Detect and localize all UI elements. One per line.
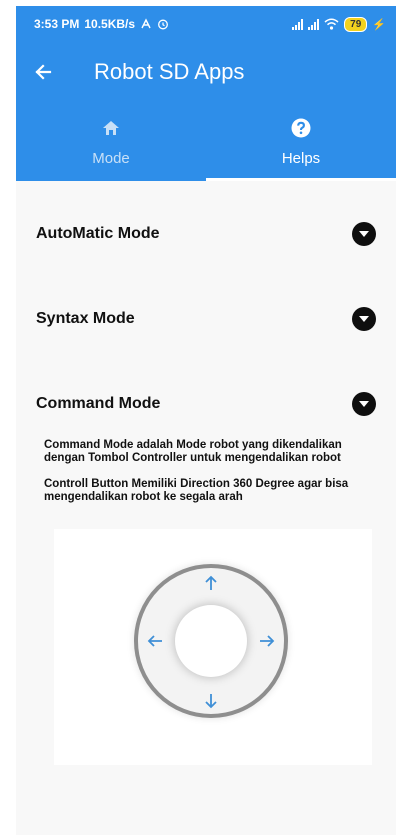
- panel-title: AutoMatic Mode: [36, 225, 160, 242]
- app-bar: 3:53 PM 10.5KB/s 79 ⚡ Robot SD Apps Mode…: [16, 6, 396, 181]
- help-content: AutoMatic Mode Syntax Mode Command Mode …: [16, 181, 396, 835]
- panel-title: Command Mode: [36, 395, 161, 412]
- joystick-outer-ring: [134, 564, 288, 718]
- arrow-down-icon: [202, 692, 220, 710]
- title-bar: Robot SD Apps: [16, 50, 396, 94]
- usb-debug-icon: [141, 18, 151, 29]
- signal-icon: [292, 18, 304, 30]
- tab-mode[interactable]: Mode: [16, 110, 206, 181]
- status-time: 3:53 PM: [34, 17, 80, 31]
- status-bar: 3:53 PM 10.5KB/s 79 ⚡: [16, 6, 396, 42]
- tab-mode-label: Mode: [92, 150, 130, 167]
- page-title: Robot SD Apps: [94, 59, 245, 84]
- app-screen: 3:53 PM 10.5KB/s 79 ⚡ Robot SD Apps Mode…: [16, 6, 396, 835]
- tab-helps[interactable]: Helps: [206, 110, 396, 181]
- panel-command-mode[interactable]: Command Mode: [16, 384, 396, 424]
- chevron-down-icon[interactable]: [352, 392, 376, 416]
- help-circle-icon: [291, 118, 311, 138]
- panel-syntax-mode[interactable]: Syntax Mode: [16, 299, 396, 339]
- command-mode-description: Command Mode adalah Mode robot yang dike…: [44, 439, 342, 464]
- alarm-icon: [158, 19, 169, 30]
- chevron-down-icon[interactable]: [352, 307, 376, 331]
- arrow-left-icon: [146, 632, 164, 650]
- wifi-icon: [324, 18, 339, 30]
- charging-icon: ⚡: [372, 18, 386, 31]
- tab-helps-label: Helps: [281, 150, 321, 167]
- signal-icon: [308, 18, 320, 30]
- arrow-right-icon: [258, 632, 276, 650]
- back-button[interactable]: [16, 62, 70, 82]
- controll-button-description: Controll Button Memiliki Direction 360 D…: [44, 478, 349, 503]
- tab-bar: Mode Helps: [16, 110, 396, 181]
- network-speed: 10.5KB/s: [84, 17, 136, 31]
- panel-automatic-mode[interactable]: AutoMatic Mode: [16, 214, 396, 254]
- joystick-illustration: [54, 529, 372, 765]
- chevron-down-icon[interactable]: [352, 222, 376, 246]
- phone-frame: 3:53 PM 10.5KB/s 79 ⚡ Robot SD Apps Mode…: [0, 0, 411, 835]
- panel-title: Syntax Mode: [36, 310, 135, 327]
- battery-icon: 79: [344, 16, 368, 32]
- arrow-left-icon: [35, 64, 52, 80]
- arrow-up-icon: [202, 574, 220, 592]
- joystick-center-button: [175, 605, 247, 677]
- home-icon: [103, 121, 119, 135]
